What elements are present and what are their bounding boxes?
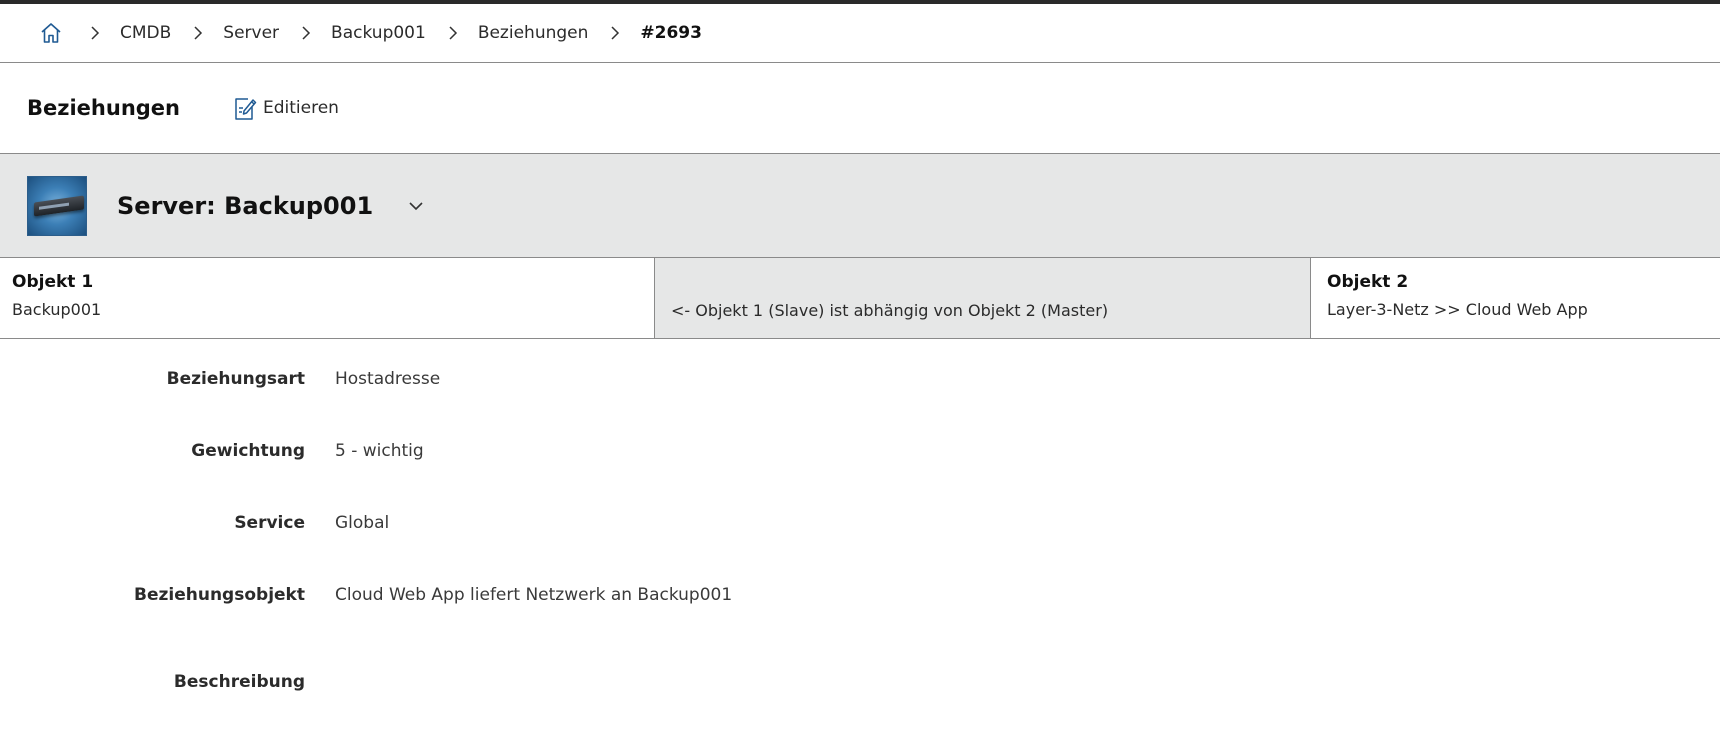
breadcrumb-current: #2693 [640,23,702,43]
object1-cell: Objekt 1 Backup001 [0,258,655,338]
detail-label: Beziehungsart [166,369,305,389]
page-title: Beziehungen [27,96,180,120]
detail-value: Cloud Web App liefert Netzwerk an Backup… [335,585,733,605]
relation-direction-text: <- Objekt 1 (Slave) ist abhängig von Obj… [671,301,1109,320]
detail-row-service: Service Global [0,508,1720,538]
breadcrumb-item-backup001[interactable]: Backup001 [331,23,426,43]
detail-label: Service [234,513,305,533]
breadcrumb-item-beziehungen[interactable]: Beziehungen [478,23,589,43]
breadcrumb: CMDB Server Backup001 Beziehungen #2693 [0,4,1720,63]
object2-link[interactable]: Layer-3-Netz >> Cloud Web App [1327,300,1708,319]
breadcrumb-item-server[interactable]: Server [223,23,279,43]
home-icon[interactable] [38,20,64,46]
object-title: Server: Backup001 [117,191,374,220]
edit-icon [235,98,257,120]
detail-value: Hostadresse [335,369,441,389]
detail-row-beziehungsart: Beziehungsart Hostadresse [0,364,1720,394]
detail-row-beziehungsobjekt: Beziehungsobjekt Cloud Web App liefert N… [0,580,1720,610]
page-toolbar: Beziehungen Editieren [0,63,1720,154]
relation-strip: Objekt 1 Backup001 <- Objekt 1 (Slave) i… [0,258,1720,339]
server-thumbnail [27,175,87,236]
object2-label: Objekt 2 [1327,272,1409,292]
object1-label: Objekt 1 [12,272,94,292]
edit-button-label: Editieren [263,98,339,118]
detail-label: Beziehungsobjekt [134,585,305,605]
relation-direction-cell: <- Objekt 1 (Slave) ist abhängig von Obj… [655,258,1311,338]
breadcrumb-item-cmdb[interactable]: CMDB [120,23,171,43]
detail-label: Beschreibung [173,672,305,692]
detail-value: Global [335,513,390,533]
chevron-right-icon [444,24,462,42]
detail-row-beschreibung: Beschreibung [0,667,1720,697]
chevron-right-icon [606,24,624,42]
object2-cell: Objekt 2 Layer-3-Netz >> Cloud Web App [1311,258,1720,338]
detail-label: Gewichtung [191,441,305,461]
object1-link[interactable]: Backup001 [12,300,642,319]
chevron-right-icon [189,24,207,42]
chevron-right-icon [86,24,104,42]
chevron-right-icon [297,24,315,42]
detail-value: 5 - wichtig [335,441,424,461]
detail-row-gewichtung: Gewichtung 5 - wichtig [0,436,1720,466]
chevron-down-icon[interactable] [407,197,425,215]
edit-button[interactable]: Editieren [233,95,339,121]
object-header: Server: Backup001 [0,154,1720,258]
